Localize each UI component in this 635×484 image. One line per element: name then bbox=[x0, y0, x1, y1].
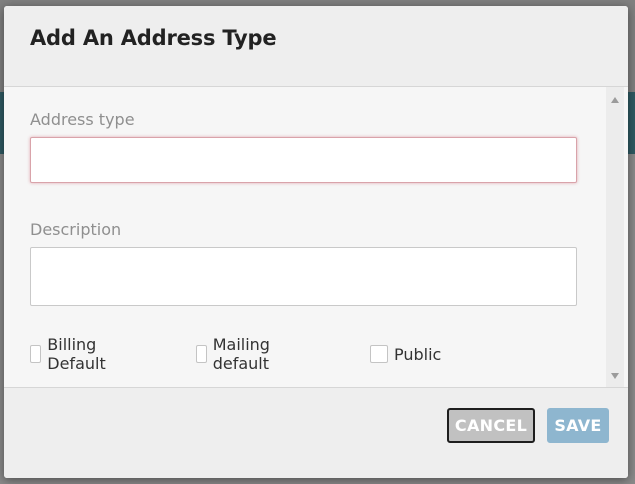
public-option[interactable]: Public bbox=[370, 343, 441, 365]
scroll-up-icon[interactable] bbox=[611, 97, 619, 103]
public-label[interactable]: Public bbox=[394, 345, 441, 364]
billing-default-label[interactable]: Billing Default bbox=[47, 335, 112, 373]
address-type-input[interactable] bbox=[30, 137, 577, 183]
description-label: Description bbox=[30, 220, 122, 239]
scroll-down-icon[interactable] bbox=[611, 373, 619, 379]
public-checkbox[interactable] bbox=[370, 345, 388, 363]
dialog-title: Add An Address Type bbox=[30, 26, 277, 50]
mailing-default-option[interactable]: Mailing default bbox=[196, 335, 277, 373]
dialog-body: Address type Description Billing Default… bbox=[4, 87, 628, 387]
description-input[interactable] bbox=[30, 247, 577, 306]
save-button[interactable]: SAVE bbox=[547, 408, 609, 443]
dialog-scrollbar[interactable] bbox=[606, 87, 624, 387]
dialog-footer: CANCEL SAVE bbox=[4, 387, 628, 478]
address-type-label: Address type bbox=[30, 110, 135, 129]
billing-default-checkbox[interactable] bbox=[30, 345, 42, 363]
mailing-default-checkbox[interactable] bbox=[196, 345, 207, 363]
mailing-default-label[interactable]: Mailing default bbox=[213, 335, 278, 373]
billing-default-option[interactable]: Billing Default bbox=[30, 335, 112, 373]
add-address-type-dialog: Add An Address Type Address type Descrip… bbox=[4, 6, 628, 478]
cancel-button[interactable]: CANCEL bbox=[447, 408, 535, 443]
dialog-header: Add An Address Type bbox=[4, 6, 628, 87]
